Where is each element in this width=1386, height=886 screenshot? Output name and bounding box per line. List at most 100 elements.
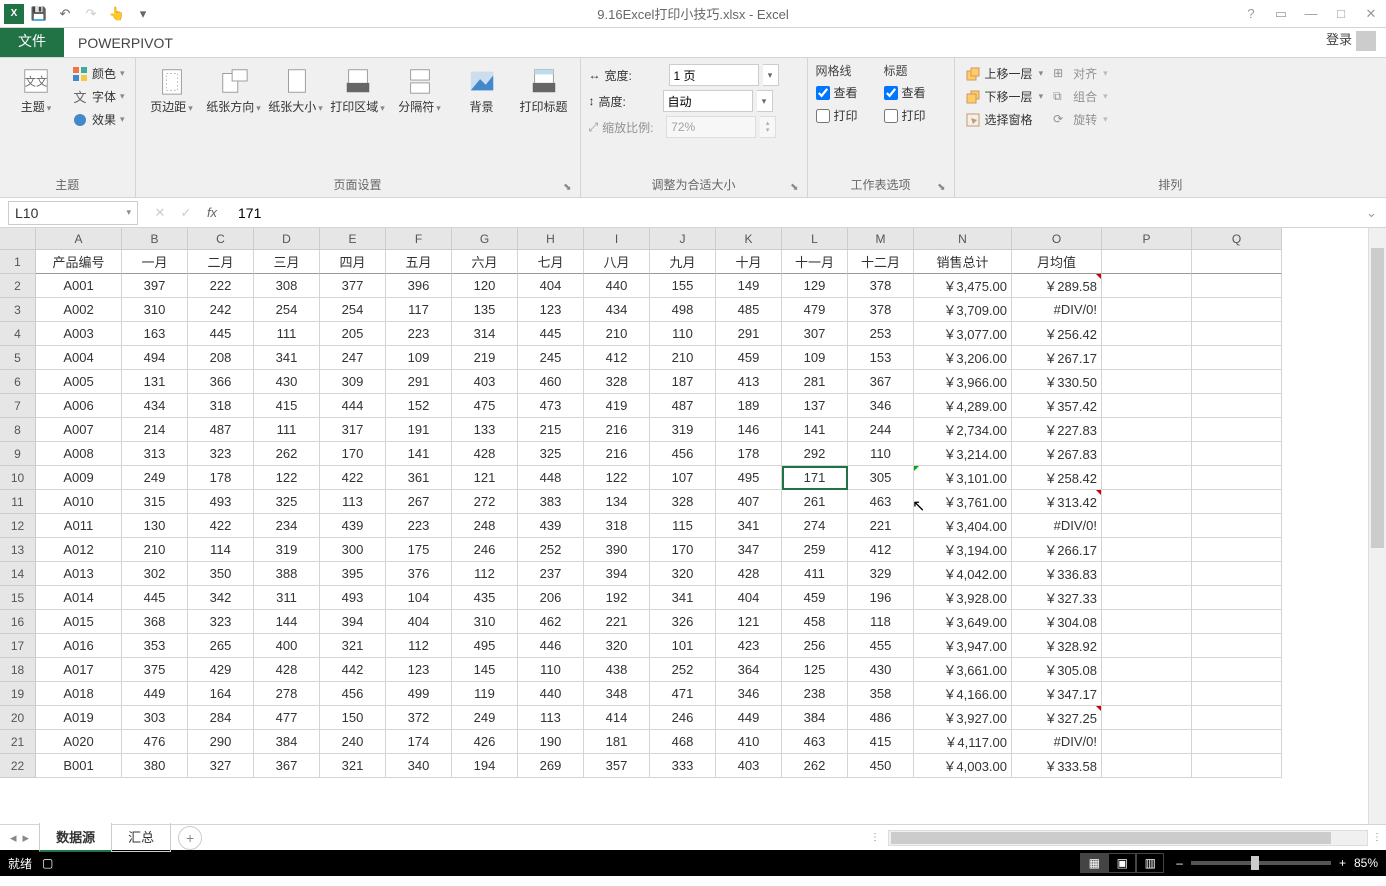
column-header[interactable]: B — [122, 228, 188, 250]
cell[interactable]: 262 — [782, 754, 848, 778]
zoom-slider[interactable] — [1191, 861, 1331, 865]
cell[interactable] — [1102, 490, 1192, 514]
cell[interactable]: ￥327.25 — [1012, 706, 1102, 730]
help-icon[interactable]: ? — [1236, 0, 1266, 28]
split-handle-icon[interactable]: ⋮ — [870, 832, 880, 843]
cell[interactable]: A012 — [36, 538, 122, 562]
cell[interactable]: ￥3,475.00 — [914, 274, 1012, 298]
cell[interactable]: 五月 — [386, 250, 452, 274]
zoom-out-button[interactable]: – — [1176, 856, 1183, 870]
cell[interactable]: A011 — [36, 514, 122, 538]
cell[interactable]: 307 — [782, 322, 848, 346]
cell[interactable]: 七月 — [518, 250, 584, 274]
save-icon[interactable]: 💾 — [28, 3, 50, 25]
cell[interactable]: 495 — [452, 634, 518, 658]
cell[interactable]: 319 — [254, 538, 320, 562]
cell[interactable]: #DIV/0! — [1012, 730, 1102, 754]
cell[interactable] — [1102, 394, 1192, 418]
row-header[interactable]: 20 — [0, 706, 36, 730]
dialog-launcher-icon[interactable]: ⬊ — [563, 182, 571, 193]
row-header[interactable]: 1 — [0, 250, 36, 274]
cell[interactable]: 262 — [254, 442, 320, 466]
cell[interactable] — [1102, 514, 1192, 538]
cell[interactable] — [1192, 682, 1282, 706]
cell[interactable]: ￥327.33 — [1012, 586, 1102, 610]
cell[interactable]: 三月 — [254, 250, 320, 274]
cell[interactable]: 384 — [782, 706, 848, 730]
cell[interactable]: 428 — [254, 658, 320, 682]
cell[interactable]: 十月 — [716, 250, 782, 274]
tab-file[interactable]: 文件 — [0, 25, 64, 57]
row-header[interactable]: 16 — [0, 610, 36, 634]
cell[interactable]: 129 — [782, 274, 848, 298]
cell[interactable]: 152 — [386, 394, 452, 418]
cell[interactable]: 259 — [782, 538, 848, 562]
column-header[interactable]: C — [188, 228, 254, 250]
cell[interactable] — [1102, 658, 1192, 682]
row-header[interactable]: 22 — [0, 754, 36, 778]
column-header[interactable]: J — [650, 228, 716, 250]
cell[interactable]: 388 — [254, 562, 320, 586]
cell[interactable]: A014 — [36, 586, 122, 610]
cell[interactable]: 458 — [782, 610, 848, 634]
column-header[interactable]: M — [848, 228, 914, 250]
cell[interactable]: 323 — [188, 610, 254, 634]
cell[interactable]: 372 — [386, 706, 452, 730]
cell[interactable]: 十二月 — [848, 250, 914, 274]
cell[interactable] — [1192, 730, 1282, 754]
zoom-in-button[interactable]: + — [1339, 856, 1346, 870]
cell[interactable]: 448 — [518, 466, 584, 490]
cell[interactable]: 321 — [320, 754, 386, 778]
cell[interactable]: 403 — [716, 754, 782, 778]
cell[interactable]: 383 — [518, 490, 584, 514]
theme-effects-button[interactable]: 效果▾ — [70, 108, 127, 131]
cell[interactable]: 314 — [452, 322, 518, 346]
cell[interactable]: 456 — [320, 682, 386, 706]
cell[interactable]: 468 — [650, 730, 716, 754]
cell[interactable] — [1102, 274, 1192, 298]
cell[interactable]: A020 — [36, 730, 122, 754]
cell[interactable]: 265 — [188, 634, 254, 658]
cell[interactable]: 477 — [254, 706, 320, 730]
cell[interactable]: ￥256.42 — [1012, 322, 1102, 346]
cell[interactable]: 368 — [122, 610, 188, 634]
cell[interactable] — [1102, 346, 1192, 370]
cell[interactable]: 445 — [518, 322, 584, 346]
width-dropdown-icon[interactable]: ▾ — [763, 64, 779, 86]
qat-dropdown-icon[interactable]: ▾ — [132, 3, 154, 25]
cell[interactable]: 267 — [386, 490, 452, 514]
cell[interactable]: ￥336.83 — [1012, 562, 1102, 586]
cell[interactable]: 123 — [518, 298, 584, 322]
column-header[interactable]: O — [1012, 228, 1102, 250]
cell[interactable]: ￥4,166.00 — [914, 682, 1012, 706]
cell[interactable]: 380 — [122, 754, 188, 778]
row-header[interactable]: 17 — [0, 634, 36, 658]
macro-record-icon[interactable]: ▢ — [42, 856, 53, 870]
cell[interactable]: 110 — [848, 442, 914, 466]
cell[interactable] — [1192, 706, 1282, 730]
touch-mode-icon[interactable]: 👆 — [106, 3, 128, 25]
cell[interactable]: 479 — [782, 298, 848, 322]
cell[interactable]: 269 — [518, 754, 584, 778]
cell[interactable]: 246 — [650, 706, 716, 730]
cell[interactable]: ￥328.92 — [1012, 634, 1102, 658]
cell[interactable]: A007 — [36, 418, 122, 442]
cell[interactable]: 114 — [188, 538, 254, 562]
cell[interactable]: 274 — [782, 514, 848, 538]
cell[interactable]: 170 — [320, 442, 386, 466]
cell[interactable]: 428 — [452, 442, 518, 466]
row-header[interactable]: 19 — [0, 682, 36, 706]
cell[interactable]: ￥347.17 — [1012, 682, 1102, 706]
cell[interactable]: 九月 — [650, 250, 716, 274]
row-header[interactable]: 14 — [0, 562, 36, 586]
cell[interactable]: A018 — [36, 682, 122, 706]
column-header[interactable]: N — [914, 228, 1012, 250]
sheet-tab[interactable]: 汇总 — [111, 823, 171, 852]
cell[interactable]: 487 — [188, 418, 254, 442]
dialog-launcher-icon[interactable]: ⬊ — [937, 182, 945, 193]
cell[interactable]: 499 — [386, 682, 452, 706]
cell[interactable]: 192 — [584, 586, 650, 610]
column-header[interactable]: K — [716, 228, 782, 250]
cell[interactable]: ￥3,194.00 — [914, 538, 1012, 562]
column-header[interactable]: I — [584, 228, 650, 250]
